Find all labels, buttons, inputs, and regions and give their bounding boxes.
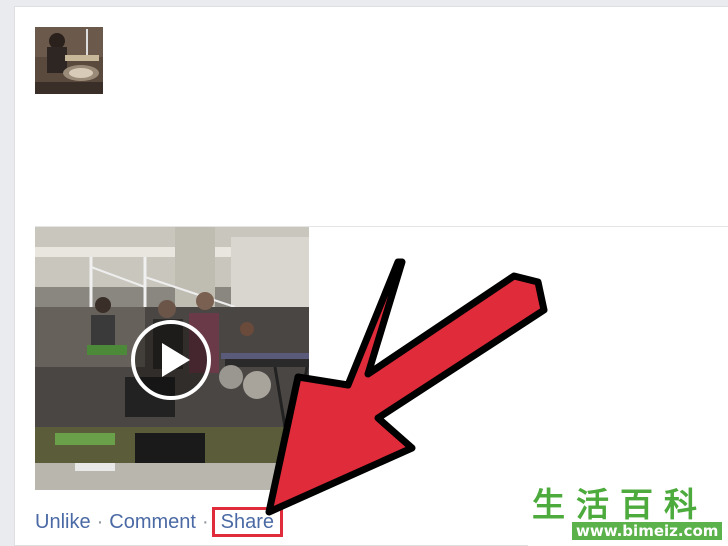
play-icon bbox=[131, 320, 211, 400]
share-link[interactable]: Share bbox=[211, 507, 283, 537]
post-card: Unlike · Comment · Share bbox=[14, 6, 728, 546]
action-separator: · bbox=[201, 511, 209, 533]
action-separator: · bbox=[96, 511, 104, 533]
unlike-link[interactable]: Unlike bbox=[35, 511, 91, 533]
play-button[interactable] bbox=[129, 318, 213, 402]
watermark-url: www.bimeiz.com bbox=[572, 522, 723, 540]
post-actions: Unlike · Comment · Share bbox=[35, 507, 283, 537]
avatar-photo bbox=[35, 27, 103, 94]
comment-link[interactable]: Comment bbox=[109, 511, 196, 533]
video-thumbnail[interactable] bbox=[35, 227, 309, 490]
watermark: 生活百科 www.bimeiz.com bbox=[528, 484, 728, 546]
video-attachment[interactable] bbox=[35, 226, 728, 490]
watermark-title: 生活百科 bbox=[532, 485, 708, 524]
avatar[interactable] bbox=[35, 27, 103, 94]
